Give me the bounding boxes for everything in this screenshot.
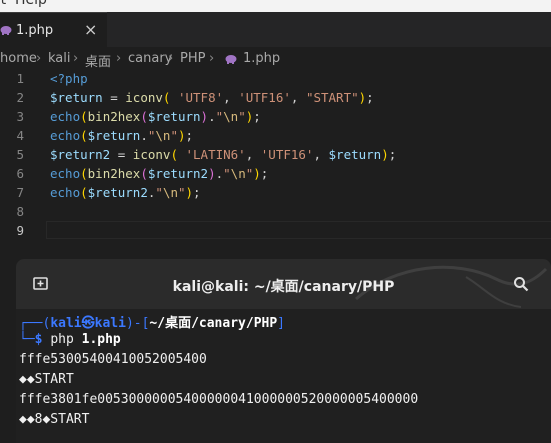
breadcrumb-separator: › [209, 51, 215, 66]
line-number: 6 [16, 166, 24, 181]
php-elephant-icon [225, 55, 237, 64]
command-argument: 1.php [81, 332, 121, 347]
code-line: 3 echo(bin2hex($return)."\n"); [0, 107, 551, 126]
menu-text[interactable]: at Help [0, 0, 47, 8]
command: php [50, 332, 74, 347]
code-line: 8 [0, 202, 551, 221]
line-number: 2 [16, 90, 24, 105]
terminal-window[interactable]: kali@kali: ~/桌面/canary/PHP ┌──(kali㉿kali… [16, 259, 551, 443]
code-editor[interactable]: 1 <?php 2 $return = iconv( 'UTF8', 'UTF1… [0, 69, 551, 249]
terminal-header: kali@kali: ~/桌面/canary/PHP [16, 259, 551, 309]
tab-1-php[interactable]: 1.php × [0, 12, 107, 47]
breadcrumb: home › kali › 桌面 › canary › PHP › 1.php [0, 47, 551, 70]
prompt-line: ┌──(kali㉿kali)-[~/桌面/canary/PHP] [19, 316, 285, 331]
code-line: 1 <?php [0, 69, 551, 88]
code-text: echo($return2."\n"); [50, 185, 201, 200]
prompt-path: ~/桌面/canary/PHP [149, 316, 278, 331]
output-line: ◆◆START [19, 372, 74, 387]
output-line: fffe53005400410052005400 [19, 352, 207, 367]
code-text: <?php [50, 71, 88, 86]
code-text: echo($return."\n"); [50, 128, 194, 143]
terminal-title: kali@kali: ~/桌面/canary/PHP [172, 279, 395, 295]
command-line: └─$ php 1.php [19, 332, 121, 347]
tab-strip: 1.php × [0, 12, 551, 47]
code-line-current: 9 [0, 221, 551, 240]
breadcrumb-separator: › [73, 51, 79, 66]
code-line: 4 echo($return."\n"); [0, 126, 551, 145]
code-line: 7 echo($return2."\n"); [0, 183, 551, 202]
breadcrumb-item-file[interactable]: 1.php [243, 51, 280, 66]
code-text: echo(bin2hex($return)."\n"); [50, 109, 261, 124]
breadcrumb-item-canary[interactable]: canary [128, 51, 172, 66]
breadcrumb-separator: › [36, 51, 42, 66]
line-number: 8 [16, 204, 24, 219]
code-line: 6 echo(bin2hex($return2)."\n"); [0, 164, 551, 183]
line-number: 7 [16, 185, 24, 200]
line-number: 3 [16, 109, 24, 124]
menu-bar: at Help [0, 0, 551, 12]
line-number: 5 [16, 147, 24, 162]
breadcrumb-item-kali[interactable]: kali [48, 51, 71, 66]
code-text: echo(bin2hex($return2)."\n"); [50, 166, 269, 181]
line-number: 1 [16, 71, 24, 86]
code-text: $return2 = iconv( 'LATIN6', 'UTF16', $re… [50, 147, 397, 162]
terminal-output[interactable]: ┌──(kali㉿kali)-[~/桌面/canary/PHP] └─$ php… [16, 309, 551, 443]
tab-label: 1.php [16, 23, 54, 38]
code-line: 5 $return2 = iconv( 'LATIN6', 'UTF16', $… [0, 145, 551, 164]
breadcrumb-item-php[interactable]: PHP [180, 51, 205, 66]
line-number: 4 [16, 128, 24, 143]
search-icon[interactable] [513, 276, 529, 292]
breadcrumb-item-home[interactable]: home [0, 51, 37, 66]
prompt-user: kali㉿kali [50, 316, 126, 331]
breadcrumb-separator: › [116, 51, 122, 66]
line-number: 9 [16, 223, 24, 238]
output-line: ◆◆8◆START [19, 412, 90, 427]
code-text: $return = iconv( 'UTF8', 'UTF16', "START… [50, 90, 374, 105]
output-line: fffe3801fe005300000054000000410000005200… [19, 392, 419, 407]
breadcrumb-item-desktop[interactable]: 桌面 [85, 51, 111, 70]
php-elephant-icon [0, 26, 12, 35]
close-icon[interactable]: × [84, 21, 97, 39]
breadcrumb-separator: › [168, 51, 174, 66]
code-line: 2 $return = iconv( 'UTF8', 'UTF16', "STA… [0, 88, 551, 107]
